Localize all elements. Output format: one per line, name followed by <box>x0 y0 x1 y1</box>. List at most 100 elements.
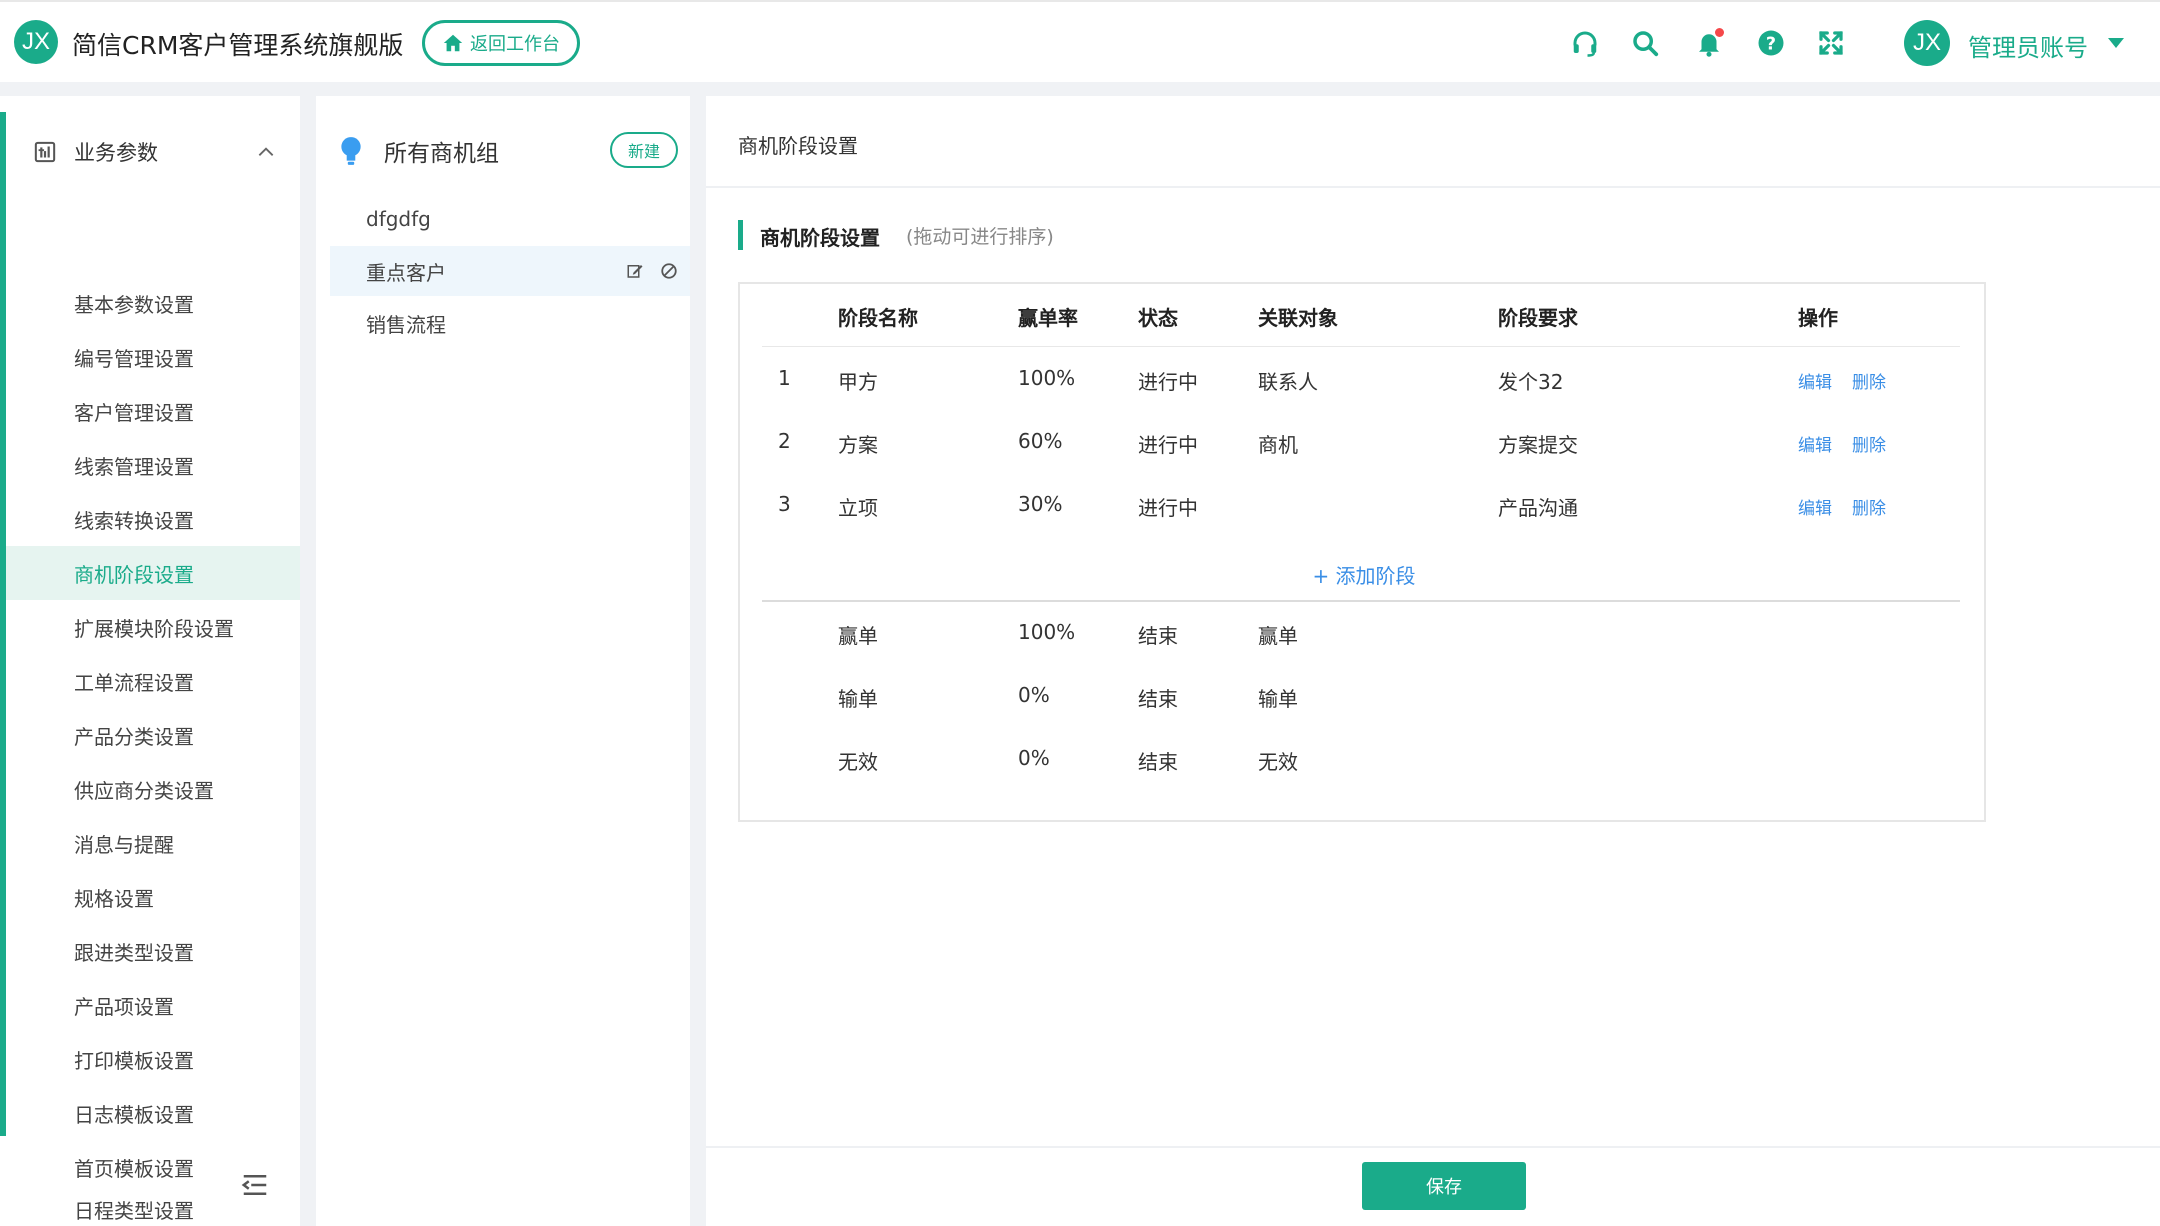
groups-title: 所有商机组 <box>384 141 499 167</box>
sidebar-item-lead-conversion[interactable]: 线索转换设置 <box>6 492 300 546</box>
headset-icon[interactable] <box>1570 28 1600 58</box>
sidebar-item-extension-stages[interactable]: 扩展模块阶段设置 <box>6 600 300 654</box>
column-header-status: 状态 <box>1138 306 1178 330</box>
sidebar-item-workorder-flow[interactable]: 工单流程设置 <box>6 654 300 708</box>
stage-rate: 60% <box>1018 429 1063 453</box>
sidebar-item-basic-params[interactable]: 基本参数设置 <box>6 276 300 330</box>
help-icon[interactable]: ? <box>1756 28 1786 58</box>
svg-text:?: ? <box>1766 34 1776 54</box>
edit-link[interactable]: 编辑 <box>1798 431 1832 456</box>
final-stage-object: 赢单 <box>1258 624 1298 648</box>
sidebar-item-followup-types[interactable]: 跟进类型设置 <box>6 924 300 978</box>
stage-requirement: 产品沟通 <box>1498 496 1578 520</box>
sidebar-item-numbering[interactable]: 编号管理设置 <box>6 330 300 384</box>
lightbulb-icon <box>341 137 361 165</box>
search-icon[interactable] <box>1630 28 1660 58</box>
final-stage-rate: 0% <box>1018 683 1050 707</box>
sidebar-item-label: 产品分类设置 <box>74 724 194 749</box>
sidebar-item-log-templates[interactable]: 日志模板设置 <box>6 1086 300 1140</box>
final-stage-status: 结束 <box>1138 687 1178 711</box>
sidebar-item-customer[interactable]: 客户管理设置 <box>6 384 300 438</box>
delete-link[interactable]: 删除 <box>1852 368 1886 393</box>
stage-object: 联系人 <box>1258 370 1318 394</box>
final-stage-name: 输单 <box>838 687 878 711</box>
user-avatar[interactable]: JX <box>1904 20 1950 66</box>
groups-header: 所有商机组 新建 <box>338 126 678 176</box>
new-group-button[interactable]: 新建 <box>610 132 678 168</box>
edit-link[interactable]: 编辑 <box>1798 368 1832 393</box>
section-accent-bar <box>738 220 743 250</box>
sidebar-item-label: 日程类型设置 <box>74 1198 194 1223</box>
sidebar-item-messages[interactable]: 消息与提醒 <box>6 816 300 870</box>
stage-status: 进行中 <box>1138 433 1198 457</box>
sidebar-item-label: 规格设置 <box>74 886 154 911</box>
final-stage-name: 无效 <box>838 750 878 774</box>
sidebar-item-print-templates[interactable]: 打印模板设置 <box>6 1032 300 1086</box>
group-item-dfgdfg[interactable]: dfgdfg <box>330 194 690 244</box>
final-stage-rate: 0% <box>1018 746 1050 770</box>
group-item-label: dfgdfg <box>366 207 431 231</box>
footer-divider <box>706 1146 2160 1148</box>
delete-link[interactable]: 删除 <box>1852 431 1886 456</box>
home-icon <box>443 34 463 52</box>
notification-dot <box>1715 28 1724 37</box>
collapse-menu-icon[interactable] <box>240 1170 270 1200</box>
sidebar-item-product-category[interactable]: 产品分类设置 <box>6 708 300 762</box>
stage-index: 2 <box>778 429 791 453</box>
final-stage-rate: 100% <box>1018 620 1076 644</box>
bell-icon[interactable] <box>1694 28 1724 58</box>
stage-rate: 30% <box>1018 492 1063 516</box>
group-item-key-customers[interactable]: 重点客户 <box>330 246 690 296</box>
delete-link[interactable]: 删除 <box>1852 494 1886 519</box>
sidebar-item-label: 基本参数设置 <box>74 292 194 317</box>
sidebar-item-label: 线索管理设置 <box>74 454 194 479</box>
final-stage-object: 无效 <box>1258 750 1298 774</box>
stage-object: 商机 <box>1258 433 1298 457</box>
group-item-sales-flow[interactable]: 销售流程 <box>330 298 690 348</box>
stage-name: 甲方 <box>838 370 878 394</box>
settings-sidebar: 业务参数 基本参数设置 编号管理设置 客户管理设置 线索管理设置 线索转换设置 … <box>0 96 300 1226</box>
group-item-actions <box>626 262 678 280</box>
user-menu-caret-icon[interactable] <box>2108 38 2124 48</box>
section-title: 商机阶段设置 <box>760 226 880 250</box>
column-header-stage-name: 阶段名称 <box>838 306 918 330</box>
sidebar-item-opportunity-stages[interactable]: 商机阶段设置 <box>6 546 300 600</box>
edit-link[interactable]: 编辑 <box>1798 494 1832 519</box>
stage-requirement: 方案提交 <box>1498 433 1578 457</box>
sidebar-item-label: 编号管理设置 <box>74 346 194 371</box>
stage-requirement: 发个32 <box>1498 370 1564 394</box>
stage-index: 3 <box>778 492 791 516</box>
sidebar-group-business-params[interactable]: 业务参数 <box>34 132 294 172</box>
stage-settings-main: 商机阶段设置 商机阶段设置 (拖动可进行排序) 阶段名称 赢单率 状态 关联对象… <box>706 96 2160 1226</box>
fullscreen-icon[interactable] <box>1816 28 1846 58</box>
sidebar-item-supplier-category[interactable]: 供应商分类设置 <box>6 762 300 816</box>
back-to-workbench-button[interactable]: 返回工作台 <box>422 20 580 66</box>
add-stage-link[interactable]: + 添加阶段 <box>740 560 1988 589</box>
sidebar-item-label: 客户管理设置 <box>74 400 194 425</box>
column-header-win-rate: 赢单率 <box>1018 306 1078 330</box>
sidebar-item-specs[interactable]: 规格设置 <box>6 870 300 924</box>
sidebar-item-product-items[interactable]: 产品项设置 <box>6 978 300 1032</box>
stages-table: 阶段名称 赢单率 状态 关联对象 阶段要求 操作 1 甲方 100% 进行中 联… <box>738 282 1986 822</box>
sidebar-item-leads[interactable]: 线索管理设置 <box>6 438 300 492</box>
sidebar-item-label: 日志模板设置 <box>74 1102 194 1127</box>
save-button[interactable]: 保存 <box>1362 1162 1526 1210</box>
app-logo: JX <box>14 20 58 64</box>
disable-icon[interactable] <box>660 262 678 280</box>
stage-status: 进行中 <box>1138 496 1198 520</box>
sidebar-item-label: 商机阶段设置 <box>74 562 194 587</box>
section-hint: (拖动可进行排序) <box>906 226 1054 248</box>
sidebar-item-label: 跟进类型设置 <box>74 940 194 965</box>
sidebar-item-label: 消息与提醒 <box>74 832 174 857</box>
sidebar-item-label: 首页模板设置 <box>74 1156 194 1181</box>
page-title: 商机阶段设置 <box>738 134 858 158</box>
edit-icon[interactable] <box>626 262 644 280</box>
stage-index: 1 <box>778 366 791 390</box>
chevron-up-icon[interactable] <box>256 142 276 162</box>
sidebar-item-label: 产品项设置 <box>74 994 174 1019</box>
title-divider <box>706 186 2160 188</box>
user-name[interactable]: 管理员账号 <box>1968 28 2088 63</box>
stage-name: 立项 <box>838 496 878 520</box>
back-button-label: 返回工作台 <box>470 34 560 55</box>
grid-settings-icon <box>34 141 56 163</box>
